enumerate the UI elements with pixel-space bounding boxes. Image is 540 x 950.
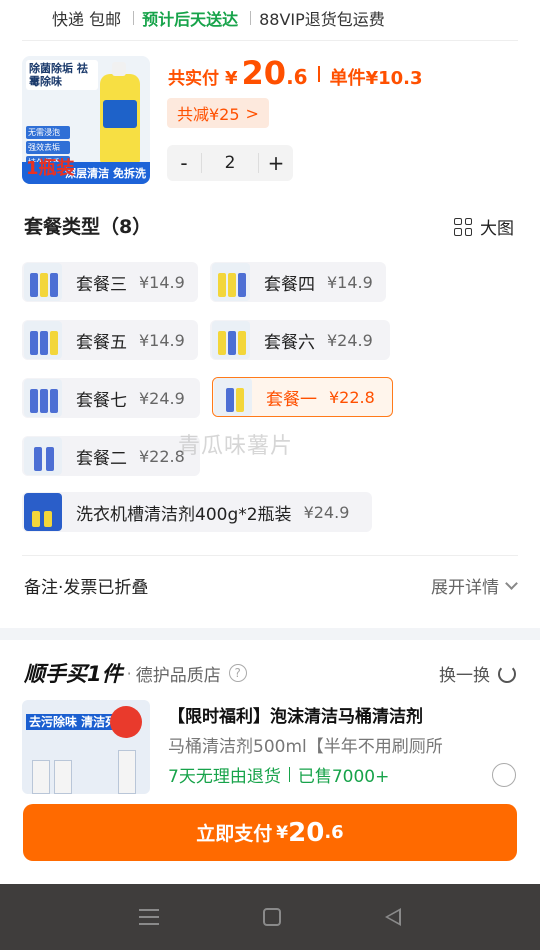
package-option[interactable]: 套餐四 ¥14.9 [210, 262, 386, 302]
addon-product-image[interactable]: 去污除味 清洁死角 [22, 700, 150, 794]
divider [22, 40, 518, 41]
package-thumbnail [24, 321, 62, 359]
addon-select-radio[interactable] [492, 763, 516, 787]
divider [288, 767, 290, 782]
shipping-express: 快递 包邮 [52, 10, 122, 29]
divider [317, 66, 320, 82]
total-price-dec: .6 [286, 65, 308, 89]
shipping-info: 快递 包邮 预计后天送达 88VIP退货包运费 [0, 0, 540, 36]
package-thumbnail [214, 378, 252, 416]
divider [133, 11, 135, 25]
currency-symbol: ¥ [225, 68, 238, 89]
pay-amount-dec: .6 [324, 822, 344, 843]
package-price: ¥14.9 [139, 272, 185, 292]
notes-invoice-row[interactable]: 备注·发票已折叠 展开详情 [24, 573, 518, 598]
store-name: 德护品质店 [135, 665, 221, 686]
package-option[interactable]: 套餐二 ¥22.8 [22, 436, 200, 476]
package-type-title: 套餐类型（8） [24, 216, 152, 238]
chevron-down-icon [505, 576, 518, 590]
package-thumbnail [212, 321, 250, 359]
menu-icon[interactable] [139, 909, 159, 925]
pay-amount-int: 20 [288, 817, 325, 848]
package-price: ¥22.8 [329, 387, 375, 407]
package-thumbnail [24, 263, 62, 301]
notes-label: 备注·发票已折叠 [24, 578, 149, 598]
big-view-label: 大图 [480, 219, 514, 239]
unit-price: 单件¥10.3 [329, 68, 423, 89]
package-name: 套餐五 [76, 332, 127, 353]
package-price: ¥14.9 [139, 330, 185, 350]
expand-details-button[interactable]: 展开详情 [431, 573, 518, 598]
product-image-count: 1瓶装 [26, 158, 75, 179]
package-thumbnail [24, 437, 62, 475]
package-price: ¥24.9 [139, 388, 185, 408]
package-thumbnail [212, 263, 250, 301]
package-thumbnail [24, 493, 62, 531]
vip-return-shipping: 88VIP退货包运费 [259, 10, 385, 29]
package-price: ¥24.9 [303, 502, 350, 522]
watermark: 青瓜味薯片 [178, 434, 294, 459]
sold-count: 已售7000+ [297, 767, 390, 787]
package-name: 套餐四 [264, 274, 315, 295]
addon-item-meta: 7天无理由退货 已售7000+ [168, 762, 389, 787]
package-name: 套餐七 [76, 390, 127, 411]
package-name: 套餐三 [76, 274, 127, 295]
chevron-right-icon: > [245, 103, 259, 123]
package-name: 套餐六 [264, 332, 315, 353]
package-option[interactable]: 洗衣机槽清洁剂400g*2瓶装 ¥24.9 [22, 492, 372, 532]
swap-button[interactable]: 换一换 [439, 661, 516, 686]
product-image-header: 除菌除垢 祛霉除味 [26, 60, 98, 90]
package-name: 套餐二 [76, 448, 127, 469]
package-option[interactable]: 套餐七 ¥24.9 [22, 378, 200, 418]
system-nav-bar [0, 884, 540, 950]
home-icon[interactable] [263, 908, 281, 926]
pay-currency: ¥ [276, 822, 289, 843]
package-price: ¥14.9 [327, 272, 373, 292]
addon-item-title[interactable]: 【限时福利】泡沫清洁马桶清洁剂 [168, 702, 423, 727]
pay-now-button[interactable]: 立即支付 ¥ 20 .6 [23, 804, 517, 861]
package-option-selected[interactable]: 套餐一 ¥22.8 [212, 377, 393, 417]
section-separator [0, 628, 540, 640]
return-policy: 7天无理由退货 [168, 767, 281, 787]
price-summary: 共实付 ¥ 20 .6 单件¥10.3 [168, 54, 423, 94]
decrease-button[interactable]: - [167, 151, 201, 175]
addon-item-desc: 马桶清洁剂500ml【半年不用刷厕所 [168, 737, 443, 757]
package-thumbnail [24, 379, 62, 417]
promo-badge-icon [110, 706, 142, 738]
quantity-value[interactable]: 2 [201, 153, 259, 173]
pay-label: 立即支付 [196, 823, 273, 845]
bottle-graphic [100, 62, 140, 164]
divider [250, 11, 252, 25]
discount-button[interactable]: 共减¥25 > [167, 98, 269, 128]
expand-details-label: 展开详情 [431, 578, 499, 598]
divider [22, 555, 518, 556]
grid-icon [454, 217, 472, 236]
discount-label: 共减¥25 [177, 105, 240, 124]
delivery-estimate: 预计后天送达 [142, 10, 239, 29]
addon-title: 顺手买1件 [24, 662, 123, 686]
help-icon[interactable]: ? [228, 664, 247, 682]
package-price: ¥24.9 [327, 330, 373, 350]
product-tag: 无需浸泡 [26, 126, 70, 139]
swap-label: 换一换 [439, 666, 490, 686]
package-option[interactable]: 套餐五 ¥14.9 [22, 320, 198, 360]
addon-header: 顺手买1件 · 德护品质店 ? [24, 658, 247, 688]
package-name: 洗衣机槽清洁剂400g*2瓶装 [76, 504, 292, 525]
product-image[interactable]: 除菌除垢 祛霉除味 无需浸泡 强效去垢 持久留香 深层清洁 免拆洗 1瓶装 [22, 56, 150, 184]
back-icon[interactable] [385, 908, 401, 926]
total-price-int: 20 [241, 54, 287, 92]
package-option[interactable]: 套餐三 ¥14.9 [22, 262, 198, 302]
refresh-icon [498, 664, 516, 683]
increase-button[interactable]: + [259, 151, 293, 175]
total-label: 共实付 [168, 69, 219, 89]
quantity-stepper: - 2 + [167, 145, 293, 181]
package-option[interactable]: 套餐六 ¥24.9 [210, 320, 390, 360]
big-view-toggle[interactable]: 大图 [454, 214, 514, 239]
product-tag: 强效去垢 [26, 141, 70, 154]
package-name: 套餐一 [266, 389, 317, 410]
